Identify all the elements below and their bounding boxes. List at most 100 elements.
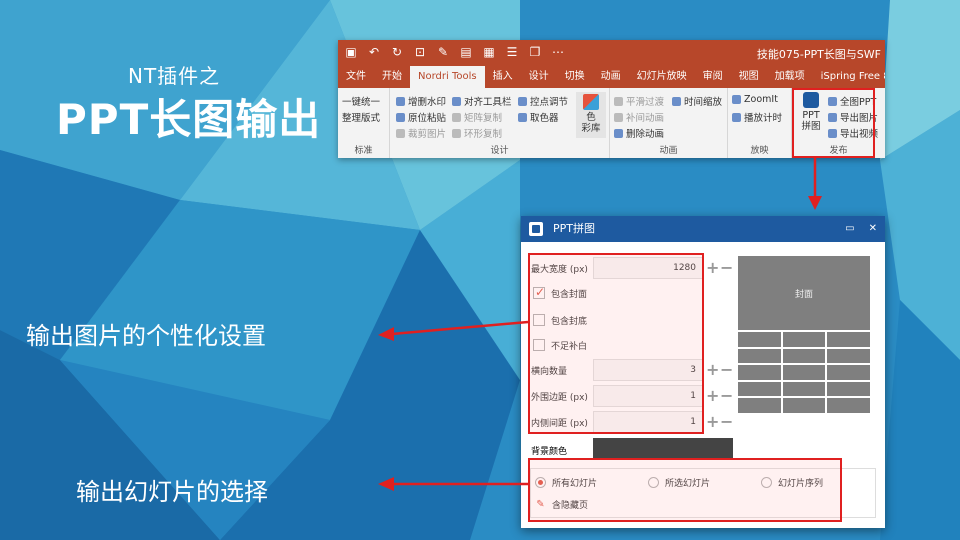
play-timer-button[interactable]: 播放计时	[732, 110, 782, 124]
tab-home[interactable]: 开始	[374, 66, 410, 88]
quick-access-toolbar: ▣ ↶ ↻ ⊡ ✎ ▤ ▦ ☰ ❐ ⋯ 技能075-PPT长图与SWF	[338, 40, 885, 66]
color-library-button[interactable]: 色 彩库	[576, 92, 606, 138]
align-toolbar-button[interactable]: 对齐工具栏	[452, 94, 512, 108]
crop-image-button[interactable]: 裁剪图片	[396, 126, 446, 140]
color-picker-label: 取色器	[530, 113, 559, 124]
preview-cell	[827, 332, 870, 347]
layout-preview: 封面	[738, 256, 870, 416]
inner-gap-minus[interactable]: −	[720, 414, 733, 430]
zoomit-button[interactable]: ZoomIt	[732, 94, 778, 105]
play-timer-label: 播放计时	[744, 113, 783, 124]
slide-title: PPT长图输出	[56, 95, 322, 144]
handle-adjust-button[interactable]: 控点调节	[518, 94, 568, 108]
ribbon-tab-bar: 文件 开始 Nordri Tools 插入 设计 切换 动画 幻灯片放映 审阅 …	[338, 66, 885, 88]
preview-cover: 封面	[738, 256, 870, 330]
preview-cell	[782, 332, 826, 347]
align-icon[interactable]: ☰	[505, 45, 519, 59]
max-width-minus[interactable]: −	[720, 260, 733, 276]
dialog-titlebar: PPT拼图 ▭ ✕	[521, 216, 885, 242]
grid-icon[interactable]: ▦	[482, 45, 496, 59]
undo-icon[interactable]: ↶	[367, 45, 381, 59]
preview-cell	[738, 332, 781, 347]
group-label-standard: 标准	[354, 146, 373, 156]
tab-transitions[interactable]: 切换	[557, 66, 593, 88]
star-icon	[614, 128, 623, 138]
group-design: 增删水印 对齐工具栏 控点调节 原位粘贴 矩阵复制 取色器 裁剪图片 环形复制 …	[390, 88, 610, 158]
time-scale-label: 时间缩放	[684, 97, 723, 108]
preview-cell	[827, 348, 870, 363]
tab-review[interactable]: 审阅	[695, 66, 731, 88]
delete-animation-label: 删除动画	[626, 129, 665, 140]
preview-cell	[782, 365, 826, 380]
unify-label: 一键统一	[342, 97, 381, 108]
ring-copy-button[interactable]: 环形复制	[452, 126, 502, 140]
preview-cell	[827, 365, 870, 380]
background-color-swatch[interactable]	[593, 438, 733, 460]
columns-stepper: + −	[706, 361, 733, 379]
tab-ispring[interactable]: iSpring Free 8	[813, 66, 885, 88]
redo-icon[interactable]: ↻	[390, 45, 404, 59]
smooth-icon	[614, 96, 623, 106]
save-icon[interactable]: ▣	[344, 45, 358, 59]
smooth-transition-label: 平滑过渡	[626, 97, 665, 108]
minimize-button[interactable]: ▭	[845, 216, 854, 242]
preview-cell	[782, 348, 826, 363]
tween-animation-button[interactable]: 补间动画	[614, 110, 664, 124]
callout-selection: 输出幻灯片的选择	[76, 478, 268, 506]
group-label-animation: 动画	[659, 146, 678, 156]
arrange-layout-label: 整理版式	[342, 113, 381, 124]
group-label-show: 放映	[750, 146, 769, 156]
inner-gap-plus[interactable]: +	[706, 414, 719, 430]
columns-minus[interactable]: −	[720, 362, 733, 378]
tab-addins[interactable]: 加载项	[767, 66, 813, 88]
preview-cell	[738, 348, 781, 363]
close-button[interactable]: ✕	[869, 216, 877, 242]
selection-highlight-box	[528, 458, 842, 522]
paste-in-place-button[interactable]: 原位粘贴	[396, 110, 446, 124]
timer-icon	[732, 112, 741, 122]
group-show: ZoomIt 播放计时 放映	[728, 88, 792, 158]
crop-icon	[396, 128, 405, 138]
preview-cell	[827, 381, 870, 396]
zoomit-label: ZoomIt	[744, 94, 778, 105]
color-picker-button[interactable]: 取色器	[518, 110, 559, 124]
preview-cell	[827, 398, 870, 413]
align-toolbar-icon	[452, 96, 461, 106]
tab-nordri-tools[interactable]: Nordri Tools	[410, 66, 485, 88]
outer-margin-plus[interactable]: +	[706, 388, 719, 404]
preview-grid	[738, 332, 870, 413]
group-animation: 平滑过渡 时间缩放 补间动画 删除动画 动画	[610, 88, 728, 158]
columns-plus[interactable]: +	[706, 362, 719, 378]
outer-margin-minus[interactable]: −	[720, 388, 733, 404]
time-scale-button[interactable]: 时间缩放	[672, 94, 722, 108]
paste-icon	[396, 112, 405, 122]
watermark-button[interactable]: 增删水印	[396, 94, 446, 108]
color-library-icon	[583, 94, 599, 110]
more-icon[interactable]: ⋯	[551, 45, 565, 59]
copy-icon[interactable]: ❐	[528, 45, 542, 59]
delete-animation-button[interactable]: 删除动画	[614, 126, 664, 140]
tab-slideshow[interactable]: 幻灯片放映	[629, 66, 695, 88]
tab-animations[interactable]: 动画	[593, 66, 629, 88]
max-width-plus[interactable]: +	[706, 260, 719, 276]
tab-insert[interactable]: 插入	[485, 66, 521, 88]
insert-icon[interactable]: ▤	[459, 45, 473, 59]
matrix-copy-icon	[452, 112, 461, 122]
tab-design[interactable]: 设计	[521, 66, 557, 88]
tab-file[interactable]: 文件	[338, 66, 374, 88]
unify-button[interactable]: 一键统一	[342, 94, 380, 108]
group-standard: 一键统一 整理版式 标准	[338, 88, 390, 158]
ring-copy-label: 环形复制	[464, 129, 503, 140]
format-painter-icon[interactable]: ✎	[436, 45, 450, 59]
preview-cell	[738, 398, 781, 413]
matrix-copy-button[interactable]: 矩阵复制	[452, 110, 502, 124]
handle-adjust-icon	[518, 96, 527, 106]
time-scale-icon	[672, 96, 681, 106]
tab-view[interactable]: 视图	[731, 66, 767, 88]
arrange-layout-button[interactable]: 整理版式	[342, 110, 380, 124]
preview-cover-label: 封面	[794, 289, 813, 300]
ring-copy-icon	[452, 128, 461, 138]
presenter-icon[interactable]: ⊡	[413, 45, 427, 59]
settings-highlight-box	[528, 253, 704, 434]
smooth-transition-button[interactable]: 平滑过渡	[614, 94, 664, 108]
